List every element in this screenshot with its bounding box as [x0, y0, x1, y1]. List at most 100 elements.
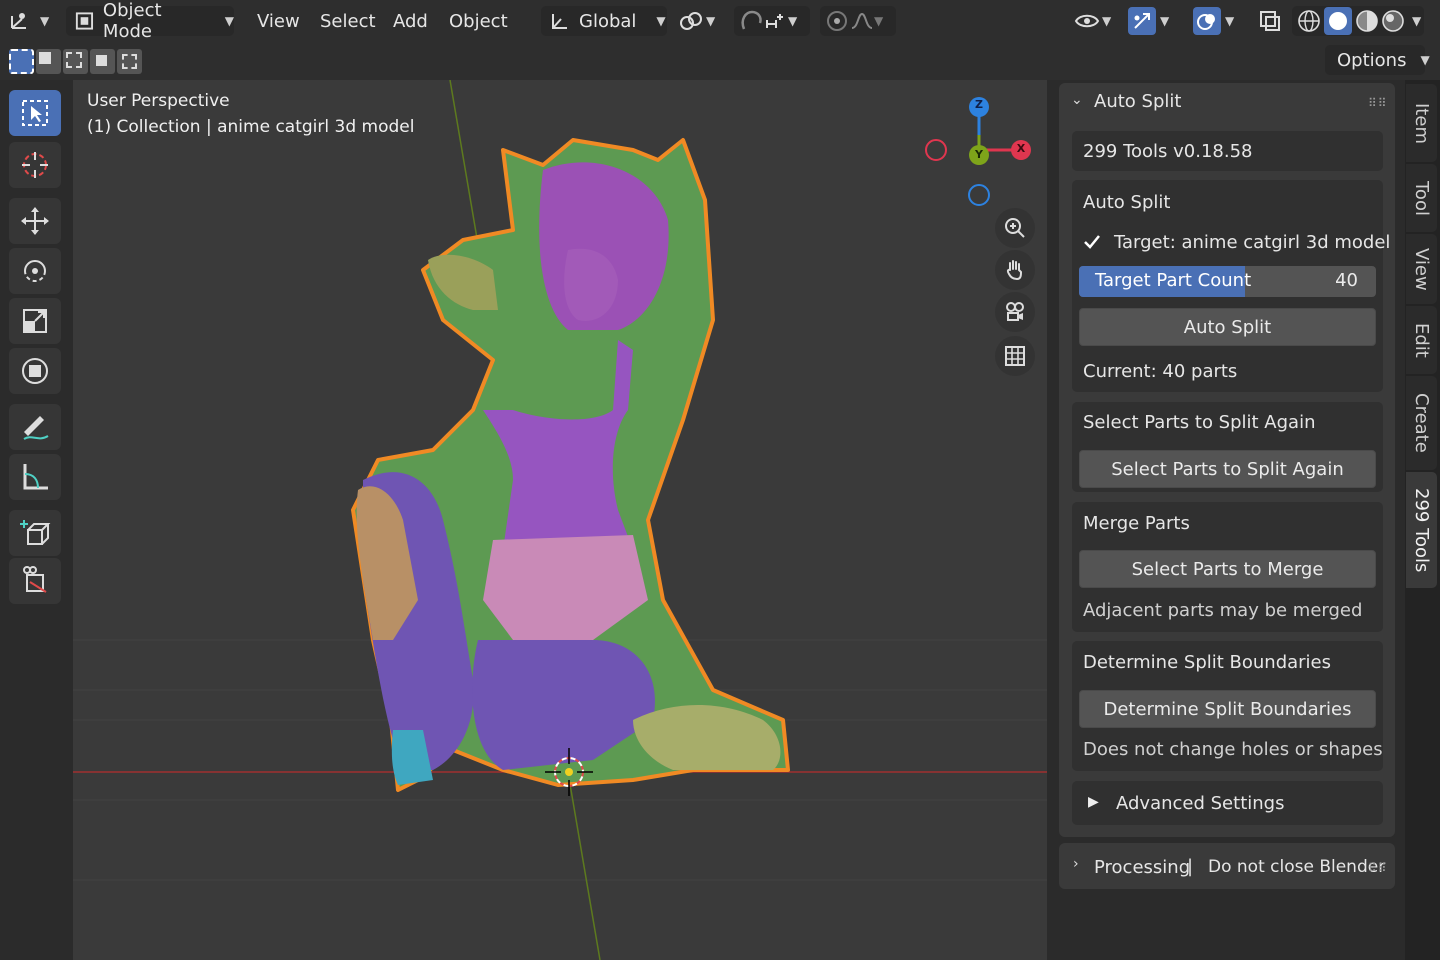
mode-dropdown[interactable]: Object Mode ▼ — [66, 0, 234, 42]
version-label: 299 Tools v0.18.58 — [1083, 141, 1253, 162]
chevron-down-icon: ▼ — [656, 14, 666, 28]
processing-label[interactable]: Processing — [1094, 857, 1190, 878]
xray-icon — [1260, 11, 1280, 31]
rotate-tool[interactable] — [9, 248, 61, 294]
cursor-icon — [22, 152, 48, 178]
proportional-editing-dropdown[interactable]: ▼ — [820, 6, 896, 36]
ortho-toggle-button[interactable] — [995, 336, 1035, 376]
3d-viewport[interactable]: User Perspective (1) Collection | anime … — [73, 80, 1047, 960]
camera-view-button[interactable] — [995, 292, 1035, 332]
tab-299-tools[interactable]: 299 Tools — [1406, 472, 1437, 588]
chevron-down-icon: ▼ — [1160, 14, 1170, 28]
eye-visibility-icon — [1074, 14, 1100, 28]
panel-title[interactable]: Auto Split — [1094, 91, 1181, 112]
processing-separator: | — [1187, 856, 1194, 877]
pan-button[interactable] — [995, 250, 1035, 290]
tab-view[interactable]: View — [1406, 234, 1437, 304]
split-again-section-title: Select Parts to Split Again — [1083, 412, 1316, 433]
tab-tool-label: Tool — [1411, 180, 1432, 216]
add-cube-tool[interactable] — [9, 510, 61, 556]
slider-value: 40 — [1335, 270, 1358, 291]
gizmo-toggle[interactable] — [1128, 7, 1156, 35]
viewport-canvas — [73, 80, 1047, 960]
menu-object[interactable]: Object — [449, 6, 508, 36]
select-box-icon — [22, 100, 48, 126]
options-label: Options — [1337, 49, 1407, 71]
cut-tool[interactable] — [9, 558, 61, 604]
chevron-down-icon: ▼ — [1420, 53, 1430, 67]
chevron-down-icon: ▼ — [874, 14, 884, 28]
tab-edit[interactable]: Edit — [1406, 306, 1437, 374]
chevron-down-icon: ▼ — [1412, 14, 1422, 28]
pivot-dropdown[interactable]: ▼ — [678, 6, 724, 36]
scale-icon — [23, 309, 47, 333]
rotate-icon — [24, 260, 46, 282]
collapse-chevron-icon[interactable]: ⌄ — [1071, 92, 1083, 108]
collection-label: (1) Collection | anime catgirl 3d model — [87, 117, 415, 137]
expand-triangle-icon[interactable]: ▶ — [1088, 794, 1099, 810]
tab-tool[interactable]: Tool — [1406, 164, 1437, 232]
annotate-tool[interactable] — [9, 404, 61, 450]
select-new-icon[interactable] — [9, 49, 34, 74]
tab-edit-label: Edit — [1411, 322, 1432, 358]
material-shading-icon[interactable] — [1354, 8, 1380, 34]
chevron-down-icon: ▼ — [788, 14, 798, 28]
gizmo-dropdown[interactable]: ▼ — [1128, 6, 1180, 36]
advanced-settings-label[interactable]: Advanced Settings — [1116, 793, 1284, 814]
select-parts-merge-button[interactable]: Select Parts to Merge — [1079, 550, 1376, 588]
target-part-count-slider[interactable]: Target Part Count 40 — [1079, 266, 1376, 297]
select-parts-split-again-button[interactable]: Select Parts to Split Again — [1079, 450, 1376, 488]
snap-dropdown[interactable]: ▼ — [734, 6, 810, 36]
select-box-tool[interactable] — [9, 90, 61, 136]
transform-orientation-dropdown[interactable]: Global ▼ — [541, 6, 667, 36]
magnet-icon — [741, 10, 762, 30]
select-extend-icon[interactable] — [36, 49, 61, 74]
select-intersect-icon[interactable] — [117, 49, 142, 74]
transform-tool[interactable] — [9, 348, 61, 394]
zoom-button[interactable] — [995, 208, 1035, 248]
visibility-dropdown[interactable]: ▼ — [1074, 6, 1120, 36]
gizmo-z-label[interactable]: Z — [973, 98, 985, 111]
gizmo-icon — [1134, 13, 1150, 29]
tab-create[interactable]: Create — [1406, 376, 1437, 470]
xray-toggle[interactable] — [1258, 6, 1286, 36]
solid-shading-button[interactable] — [1324, 7, 1352, 35]
overlay-toggle[interactable] — [1193, 7, 1221, 35]
menu-select[interactable]: Select — [320, 6, 376, 36]
merge-note: Adjacent parts may be merged — [1083, 600, 1363, 621]
editor-type-dropdown[interactable]: ▼ — [8, 6, 56, 36]
determine-split-boundaries-button[interactable]: Determine Split Boundaries — [1079, 690, 1376, 728]
gizmo-y-label[interactable]: Y — [973, 148, 985, 161]
tab-item[interactable]: Item — [1406, 84, 1437, 162]
select-invert-icon[interactable] — [90, 49, 115, 74]
drag-handle-icon[interactable]: ⠿⠿ — [1368, 96, 1388, 110]
viewport-header: ▼ Object Mode ▼ View Select Add Object G… — [0, 0, 1440, 42]
move-icon — [21, 207, 49, 235]
expand-chevron-icon[interactable]: › — [1073, 856, 1079, 872]
solid-shading-icon — [1329, 12, 1347, 30]
target-checkbox[interactable] — [1083, 233, 1101, 251]
gizmo-x-label[interactable]: X — [1015, 142, 1027, 155]
options-dropdown[interactable]: Options ▼ — [1325, 45, 1430, 75]
slider-label: Target Part Count — [1095, 270, 1252, 291]
axes-editor-icon — [11, 13, 26, 29]
object-mode-icon — [75, 12, 94, 30]
merge-section-title: Merge Parts — [1083, 513, 1190, 534]
wireframe-shading-icon[interactable] — [1296, 8, 1322, 34]
overlay-dropdown[interactable]: ▼ — [1193, 6, 1245, 36]
menu-add[interactable]: Add — [393, 6, 428, 36]
rendered-shading-icon[interactable] — [1380, 8, 1406, 34]
chevron-down-icon: ▼ — [40, 14, 50, 28]
orientation-icon — [552, 14, 567, 29]
menu-view[interactable]: View — [257, 6, 300, 36]
cursor-tool[interactable] — [9, 142, 61, 188]
measure-tool[interactable] — [9, 454, 61, 500]
drag-handle-icon[interactable]: ⠿⠿ — [1368, 861, 1388, 875]
move-tool[interactable] — [9, 198, 61, 244]
auto-split-button[interactable]: Auto Split — [1079, 308, 1376, 346]
scale-tool[interactable] — [9, 298, 61, 344]
chevron-down-icon: ▼ — [706, 14, 716, 28]
tab-view-label: View — [1411, 247, 1432, 291]
select-subtract-icon[interactable] — [63, 49, 88, 74]
camera-icon — [1006, 302, 1024, 321]
